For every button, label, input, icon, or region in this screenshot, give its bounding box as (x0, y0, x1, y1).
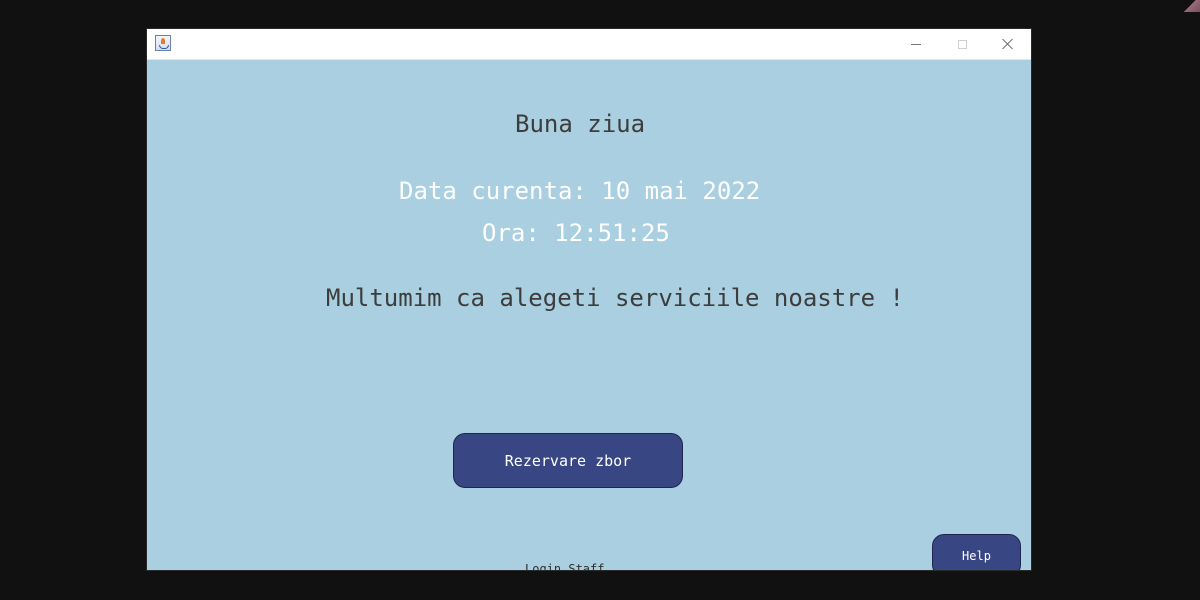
maximize-button[interactable] (939, 29, 985, 59)
desktop-corner-decoration (1182, 0, 1200, 12)
minimize-button[interactable] (893, 29, 939, 59)
java-cup-icon (155, 35, 171, 51)
reserve-flight-button[interactable]: Rezervare zbor (453, 433, 683, 488)
close-button[interactable] (985, 29, 1031, 59)
close-icon (1002, 38, 1014, 50)
current-time-label: Ora: 12:51:25 (482, 219, 670, 247)
desktop-background: Buna ziua Data curenta: 10 mai 2022 Ora:… (0, 0, 1200, 600)
login-staff-link[interactable]: Login Staff (525, 562, 604, 570)
welcome-panel: Buna ziua Data curenta: 10 mai 2022 Ora:… (147, 60, 1031, 570)
thanks-message: Multumim ca alegeti serviciile noastre ! (326, 284, 904, 312)
minimize-icon (911, 43, 921, 45)
app-window: Buna ziua Data curenta: 10 mai 2022 Ora:… (147, 29, 1031, 570)
title-bar (147, 29, 1031, 60)
greeting-label: Buna ziua (515, 110, 646, 138)
current-date-label: Data curenta: 10 mai 2022 (399, 177, 761, 205)
help-button[interactable]: Help (932, 534, 1021, 570)
maximize-icon (957, 39, 967, 49)
